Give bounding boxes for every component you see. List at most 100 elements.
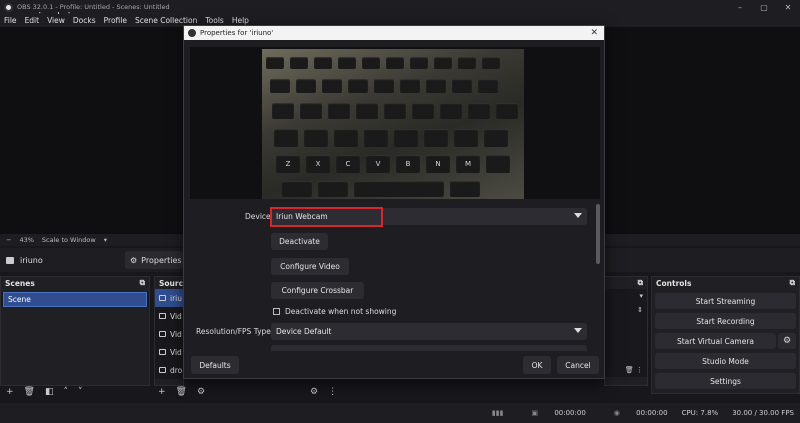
chevron-down-icon (574, 213, 582, 218)
controls-title: Controls (656, 278, 692, 288)
menu-tools[interactable]: Tools (205, 16, 223, 25)
more-icon[interactable]: ⋮ (636, 366, 643, 374)
camera-icon (159, 331, 166, 337)
mixer-dock: ⧉ ▾ ⇕ 🗑 ⋮ (604, 276, 648, 386)
menu-file[interactable]: File (4, 16, 17, 25)
configure-video-button[interactable]: Configure Video (271, 258, 349, 275)
more-icon[interactable]: ⋮ (328, 387, 337, 397)
mixer-toolbar: 🗑 ⋮ (605, 363, 647, 377)
add-icon[interactable]: + (6, 387, 14, 397)
scenes-title: Scenes (5, 278, 35, 288)
record-status: ◉ 00:00:00 (613, 409, 668, 417)
dialog-scrollbar[interactable] (596, 204, 600, 264)
start-recording-button[interactable]: Start Recording (655, 313, 796, 329)
trash-icon[interactable]: 🗑 (625, 366, 634, 374)
undock-icon[interactable]: ⧉ (790, 278, 795, 288)
trash-icon[interactable]: 🗑 (24, 387, 35, 397)
key-v: V (366, 155, 390, 173)
sources-dock: Source iriu Vid Vid Vid dro (154, 276, 188, 386)
configure-crossbar-button[interactable]: Configure Crossbar (271, 282, 364, 299)
menu-profile[interactable]: Profile (104, 16, 127, 25)
device-label: Device (245, 212, 271, 221)
camera-icon (159, 313, 166, 319)
webcam-preview-image: Z X C V B N M (262, 49, 524, 199)
key-c: C (336, 155, 360, 173)
key-z: Z (276, 155, 300, 173)
link-gear-icon[interactable]: ⚙ (310, 387, 318, 397)
window-controls: – ▢ ✕ (728, 0, 800, 14)
cpu-usage: CPU: 7.8% (681, 409, 719, 417)
menu-scene-collection[interactable]: Scene Collection (135, 16, 197, 25)
key-m: M (456, 155, 480, 173)
start-virtual-camera-button[interactable]: Start Virtual Camera (655, 333, 776, 349)
maximize-icon[interactable]: ▢ (752, 0, 776, 14)
fps-readout: 30.00 / 30.00 FPS (732, 409, 794, 417)
dialog-titlebar: Properties for 'iriuno' ✕ (184, 26, 604, 40)
camera-icon (6, 256, 14, 264)
undock-icon[interactable]: ⧉ (140, 278, 145, 288)
mixer-dropdown[interactable]: ▾ (605, 289, 647, 303)
controls-dock: Controls ⧉ Start Streaming Start Recordi… (651, 276, 800, 394)
source-item[interactable]: Vid (155, 343, 183, 361)
settings-button[interactable]: Settings (655, 373, 796, 389)
source-item[interactable]: Vid (155, 325, 183, 343)
resolution-select[interactable]: Device Default (271, 323, 587, 340)
ok-button[interactable]: OK (523, 356, 551, 374)
filter-icon[interactable]: ◧ (45, 387, 54, 397)
stream-status: ▣ 00:00:00 (531, 409, 586, 417)
virtual-camera-settings-gear-icon[interactable]: ⚙ (778, 333, 796, 349)
key-n: N (426, 155, 450, 173)
cancel-button[interactable]: Cancel (557, 356, 599, 374)
zoom-mode[interactable]: Scale to Window (42, 236, 96, 244)
close-icon[interactable]: ✕ (590, 28, 598, 38)
camera-icon (159, 367, 166, 373)
add-icon[interactable]: + (158, 387, 166, 397)
gear-icon[interactable]: ⚙ (197, 387, 205, 397)
key-b: B (396, 155, 420, 173)
transitions-toolbar: ⚙ ⋮ (310, 385, 347, 399)
trash-icon[interactable]: 🗑 (176, 387, 187, 397)
defaults-button[interactable]: Defaults (191, 356, 239, 374)
scene-item[interactable]: Scene (3, 292, 147, 307)
properties-button[interactable]: ⚙ Properties (125, 251, 183, 269)
properties-dialog: Properties for 'iriuno' ✕ Z X C V B N M … (183, 25, 605, 379)
mixer-stepper[interactable]: ⇕ (605, 303, 647, 317)
minimize-icon[interactable]: – (728, 0, 752, 14)
menu-edit[interactable]: Edit (25, 16, 40, 25)
gear-icon: ⚙ (130, 255, 138, 265)
scenes-toolbar: + 🗑 ◧ ˄ ˅ (6, 385, 93, 399)
undock-icon[interactable]: ⧉ (638, 278, 643, 288)
start-streaming-button[interactable]: Start Streaming (655, 293, 796, 309)
menu-help[interactable]: Help (232, 16, 249, 25)
scenes-dock: Scenes ⧉ Scene (0, 276, 150, 386)
deactivate-button[interactable]: Deactivate (271, 233, 328, 250)
annotation-highlight-box (270, 207, 383, 227)
obs-logo-icon (188, 29, 196, 37)
dialog-title: Properties for 'iriuno' (200, 29, 274, 37)
signal-icon: ▮▮▮ (491, 409, 504, 417)
down-icon[interactable]: ˅ (78, 387, 83, 397)
sources-toolbar: + 🗑 ⚙ (158, 385, 215, 399)
checkbox-label: Deactivate when not showing (285, 307, 397, 316)
up-icon[interactable]: ˄ (64, 387, 69, 397)
checkbox-box (273, 308, 280, 315)
sources-header: Source (155, 277, 188, 289)
properties-form: Device Iriun Webcam Deactivate Configure… (190, 204, 600, 354)
menu-view[interactable]: View (47, 16, 65, 25)
chevron-down-icon[interactable]: ▾ (104, 236, 107, 244)
resolution-label: Resolution/FPS Type (196, 327, 271, 336)
scenes-header: Scenes ⧉ (1, 277, 149, 289)
source-item[interactable]: dro (155, 361, 183, 379)
selected-source-name: iriuno (20, 255, 43, 265)
menu-docks[interactable]: Docks (73, 16, 96, 25)
deactivate-not-showing-checkbox[interactable]: Deactivate when not showing (273, 307, 396, 316)
studio-mode-button[interactable]: Studio Mode (655, 353, 796, 369)
resolution-value: Device Default (276, 327, 332, 336)
next-field-partial (271, 345, 587, 351)
controls-header: Controls ⧉ (652, 277, 799, 289)
camera-icon (159, 295, 166, 301)
source-item[interactable]: Vid (155, 307, 183, 325)
source-item[interactable]: iriu (155, 289, 183, 307)
close-icon[interactable]: ✕ (776, 0, 800, 14)
zoom-out-button[interactable]: − (6, 236, 11, 244)
